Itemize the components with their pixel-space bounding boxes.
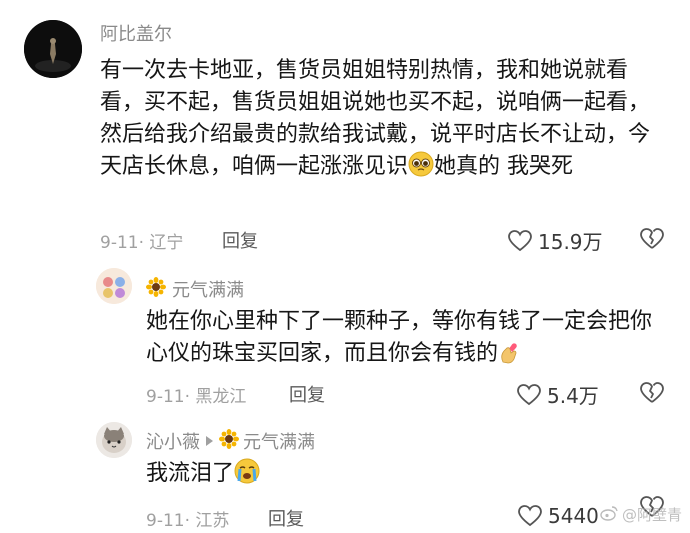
like-count: 5440 [548,504,599,528]
comment-date: 9-11 [100,233,139,253]
comment-date: 9-11 [146,511,185,531]
reply-button[interactable]: 回复 [289,381,325,407]
like-count: 15.9万 [538,230,603,254]
comment-text-part: 我流泪了 [146,461,235,486]
sunflower-icon [146,276,166,302]
sunflower-icon [219,428,239,454]
comment-location: 黑龙江 [195,387,247,407]
comment-date: 9-11 [146,387,185,407]
watermark-text: @阿壁青 [621,506,682,524]
dark-figure-avatar-icon [24,20,82,78]
avatar[interactable] [24,20,82,78]
reply-button[interactable]: 回复 [222,227,258,253]
comment-text: 我流泪了 [146,458,626,494]
comment-location: 辽宁 [149,233,184,253]
username[interactable]: 元气满满 [146,276,244,302]
dislike-button[interactable] [640,228,664,250]
like-count: 5.4万 [547,384,599,408]
comment-item: 阿比盖尔 有一次去卡地亚，售货员姐姐特别热情，我和她说就看看，买不起，售货员姐姐… [0,0,690,260]
reply-button[interactable]: 回复 [268,505,304,531]
comment-text-part: 她在你心里种下了一颗种子，等你有钱了一定会把你心仪的珠宝买回家，而且你会有钱的 [146,309,653,366]
comment-text-part: 她真的 我哭死 [434,154,574,179]
avatar[interactable] [96,268,132,304]
comment-location: 江苏 [195,511,230,531]
heart-icon [518,505,542,527]
finger-heart-icon [498,340,520,374]
comment-meta: 9-11· 江苏 [146,511,230,531]
comment-meta: 9-11· 辽宁 [100,233,184,253]
crying-face-icon [234,458,260,494]
comment-item: 沁小薇 元气满满 我流泪了 9-11· 江苏 回复 5440 [0,410,690,533]
username-text: 沁小薇 [146,432,200,453]
comment-text: 有一次去卡地亚，售货员姐姐特别热情，我和她说就看看，买不起，售货员姐姐说她也买不… [100,55,660,187]
comment-item: 元气满满 她在你心里种下了一颗种子，等你有钱了一定会把你心仪的珠宝买回家，而且你… [0,260,690,410]
reply-to-username: 元气满满 [243,432,315,453]
reply-arrow-icon [206,435,213,446]
watermark: @阿壁青 [600,504,682,525]
username[interactable]: 阿比盖尔 [100,20,172,46]
comment-text: 她在你心里种下了一颗种子，等你有钱了一定会把你心仪的珠宝买回家，而且你会有钱的 [146,306,656,374]
heart-icon [517,383,541,405]
pleading-face-icon [408,151,434,187]
comment-meta: 9-11· 黑龙江 [146,387,247,407]
cartoon-avatar-icon [96,268,132,304]
username-text: 元气满满 [172,280,244,301]
broken-heart-icon [640,228,664,249]
heart-icon [508,229,532,251]
weibo-logo-icon [600,505,618,525]
cat-avatar-icon [96,422,132,458]
like-button[interactable]: 15.9万 [508,226,603,255]
broken-heart-icon [640,382,664,403]
username[interactable]: 沁小薇 元气满满 [146,428,315,454]
avatar[interactable] [96,422,132,458]
like-button[interactable]: 5440 [518,504,599,528]
dislike-button[interactable] [640,382,664,404]
like-button[interactable]: 5.4万 [517,380,599,409]
